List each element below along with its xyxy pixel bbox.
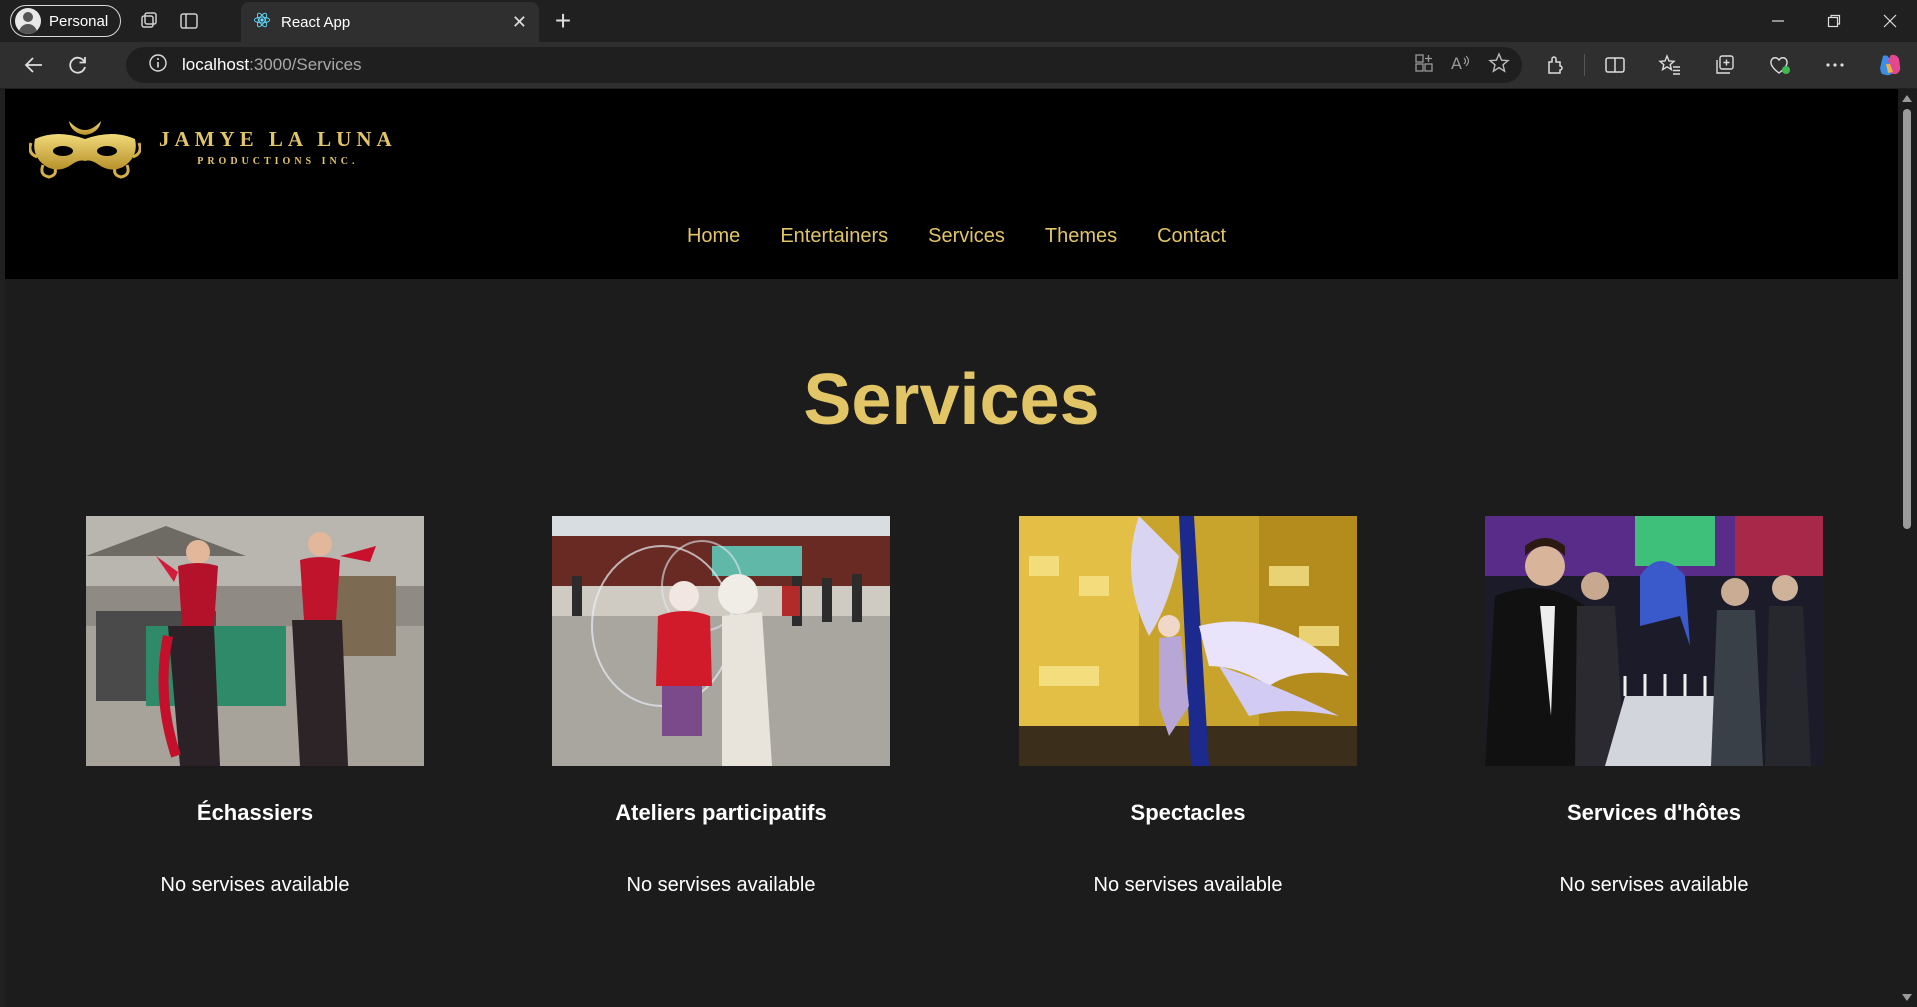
address-field[interactable]: localhost:3000/Services A — [126, 47, 1522, 83]
page-viewport: JAMYE LA LUNA PRODUCTIONS INC. Home Ente… — [5, 89, 1898, 1007]
url-text: localhost:3000/Services — [182, 55, 362, 74]
logo-subtitle: PRODUCTIONS INC. — [197, 156, 359, 167]
nav-home[interactable]: Home — [687, 225, 740, 248]
minimize-icon[interactable] — [1750, 0, 1806, 42]
service-image[interactable] — [86, 516, 424, 766]
service-image[interactable] — [1019, 516, 1357, 766]
workspaces-icon[interactable] — [129, 3, 169, 39]
close-window-icon[interactable] — [1862, 0, 1917, 42]
logo-wordmark: JAMYE LA LUNA PRODUCTIONS INC. — [159, 127, 397, 167]
main-nav: Home Entertainers Services Themes Contac… — [5, 225, 1898, 248]
favorite-star-icon[interactable] — [1488, 51, 1510, 79]
split-screen-icon[interactable] — [1587, 45, 1642, 85]
service-status: No servises available — [1093, 874, 1283, 896]
page-scrollbar[interactable] — [1898, 89, 1917, 1007]
tab-title: React App — [281, 13, 351, 31]
service-image[interactable] — [1485, 516, 1823, 766]
close-tab-icon[interactable]: ✕ — [512, 12, 527, 33]
mask-logo-icon — [29, 121, 141, 179]
svg-text:A: A — [1451, 54, 1462, 73]
service-title: Spectacles — [1130, 800, 1246, 825]
profile-button[interactable]: Personal — [10, 5, 122, 37]
scrollbar-thumb[interactable] — [1903, 109, 1911, 529]
nav-services[interactable]: Services — [928, 225, 1005, 248]
scroll-down-icon[interactable] — [1902, 994, 1912, 1001]
more-options-icon[interactable] — [1807, 45, 1862, 85]
service-card[interactable]: Ateliers participatifs No servises avail… — [552, 516, 890, 897]
new-tab-button[interactable]: + — [545, 3, 581, 39]
service-image[interactable] — [552, 516, 890, 766]
site-logo[interactable]: JAMYE LA LUNA PRODUCTIONS INC. — [29, 113, 397, 181]
service-status: No servises available — [1559, 874, 1749, 896]
service-card[interactable]: Spectacles No servises available — [1019, 516, 1357, 897]
site-info-icon[interactable] — [148, 53, 168, 78]
profile-avatar-icon — [15, 8, 41, 34]
browser-essentials-icon[interactable] — [1752, 45, 1807, 85]
nav-entertainers[interactable]: Entertainers — [780, 225, 888, 248]
back-arrow-icon[interactable] — [12, 45, 56, 85]
page-title: Services — [803, 360, 1100, 440]
site-header: JAMYE LA LUNA PRODUCTIONS INC. Home Ente… — [5, 89, 1898, 279]
service-status: No servises available — [626, 874, 816, 896]
scroll-up-icon[interactable] — [1902, 95, 1912, 102]
read-aloud-icon[interactable]: A — [1450, 53, 1472, 78]
toolbar-divider — [1584, 54, 1585, 76]
react-favicon-icon — [253, 11, 271, 33]
collections-icon[interactable] — [1697, 45, 1752, 85]
service-title: Échassiers — [196, 800, 314, 825]
tab-react-app[interactable]: React App ✕ — [241, 2, 539, 42]
extensions-icon[interactable] — [1527, 45, 1582, 85]
nav-themes[interactable]: Themes — [1045, 225, 1117, 248]
logo-title: JAMYE LA LUNA — [159, 127, 397, 151]
service-status: No servises available — [160, 874, 350, 896]
nav-contact[interactable]: Contact — [1157, 225, 1226, 248]
service-card[interactable]: Services d'hôtes No servises available — [1485, 516, 1823, 897]
app-available-icon[interactable] — [1414, 53, 1434, 78]
copilot-icon[interactable] — [1862, 45, 1917, 85]
service-title: Services d'hôtes — [1567, 800, 1741, 825]
profile-label: Personal — [49, 12, 109, 30]
service-card[interactable]: Échassiers No servises available — [86, 516, 424, 897]
favorites-icon[interactable] — [1642, 45, 1697, 85]
address-toolbar: localhost:3000/Services A — [0, 42, 1917, 88]
tab-actions-icon[interactable] — [169, 3, 209, 39]
refresh-icon[interactable] — [56, 45, 100, 85]
service-title: Ateliers participatifs — [615, 800, 827, 825]
restore-icon[interactable] — [1806, 0, 1862, 42]
